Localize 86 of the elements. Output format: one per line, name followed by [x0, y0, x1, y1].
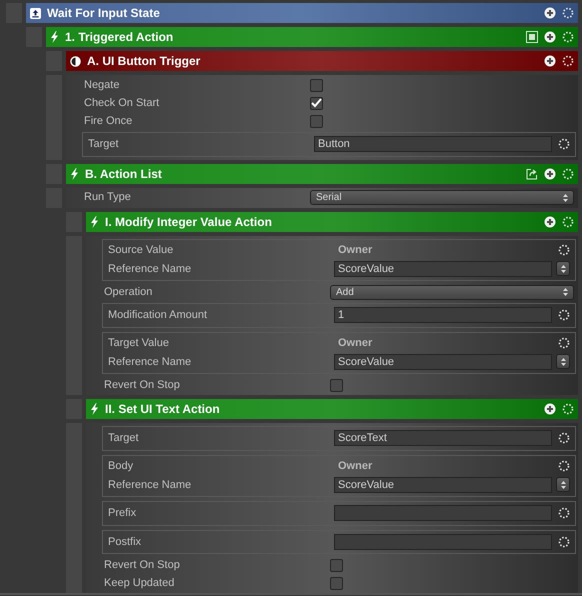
field-label: Modification Amount [108, 308, 208, 323]
section-title: B. Action List [85, 166, 163, 182]
settings-icon[interactable] [562, 403, 574, 415]
field-label: Operation [104, 284, 154, 300]
add-icon[interactable] [544, 55, 556, 67]
source-value: Owner [337, 336, 374, 351]
checkbox[interactable] [330, 558, 343, 572]
updown-arrows-icon [560, 358, 566, 366]
lightning-icon [90, 403, 99, 415]
text-field[interactable] [334, 534, 552, 550]
section-title: Wait For Input State [47, 5, 161, 22]
lightning-icon [70, 168, 79, 180]
settings-icon[interactable] [558, 507, 570, 520]
spinner-button[interactable] [556, 261, 570, 276]
field-label: Target [108, 431, 140, 446]
field-label: Body [108, 458, 134, 474]
settings-icon[interactable] [562, 55, 574, 67]
updown-arrows-icon [563, 194, 568, 202]
section-title: 1. Triggered Action [65, 29, 174, 46]
add-icon[interactable] [544, 31, 556, 43]
section-header[interactable]: 1. Triggered Action [46, 27, 578, 47]
add-icon[interactable] [544, 168, 556, 180]
updown-arrows-icon [560, 264, 566, 273]
upload-icon [30, 8, 41, 18]
settings-icon[interactable] [562, 216, 574, 228]
toggle-icon[interactable] [526, 31, 538, 43]
lightning-icon [90, 216, 99, 228]
text-field[interactable]: ScoreValue [334, 354, 552, 370]
export-icon[interactable] [526, 168, 538, 180]
checkbox[interactable] [310, 114, 323, 128]
source-value: Owner [337, 242, 374, 258]
dropdown[interactable]: Serial [310, 190, 574, 205]
lightning-icon [50, 31, 59, 43]
field-label: Revert On Stop [104, 378, 181, 393]
settings-icon[interactable] [558, 432, 570, 444]
settings-icon[interactable] [558, 460, 570, 472]
half-circle-icon [70, 56, 81, 66]
checkbox[interactable] [310, 78, 323, 92]
dropdown[interactable]: Add [330, 284, 574, 300]
checkbox[interactable] [330, 378, 343, 392]
field-label: Prefix [108, 506, 138, 521]
settings-icon[interactable] [558, 309, 570, 322]
add-icon[interactable] [544, 216, 556, 228]
section-title: A. UI Button Trigger [87, 53, 202, 70]
text-field[interactable]: ScoreValue [334, 260, 552, 277]
field-label: Fire Once [84, 114, 134, 129]
field-label: Reference Name [108, 354, 192, 370]
settings-icon[interactable] [558, 337, 570, 349]
add-icon[interactable] [544, 403, 556, 415]
field-label: Reference Name [108, 262, 192, 276]
field-label: Postfix [108, 534, 142, 550]
add-icon[interactable] [544, 7, 556, 19]
checkbox[interactable] [330, 576, 343, 590]
text-field[interactable]: 1 [334, 307, 552, 324]
field-label: Check On Start [84, 96, 160, 111]
section-title: II. Set UI Text Action [105, 401, 221, 418]
settings-icon[interactable] [558, 536, 570, 548]
text-field[interactable]: Button [314, 136, 552, 152]
section-header[interactable]: II. Set UI Text Action [86, 399, 578, 419]
field-label: Keep Updated [104, 576, 176, 591]
section-header[interactable]: B. Action List [66, 164, 578, 184]
text-field[interactable] [334, 505, 552, 522]
settings-icon[interactable] [562, 168, 574, 180]
field-label: Target Value [108, 336, 170, 351]
section-title: I. Modify Integer Value Action [105, 214, 273, 230]
section-header[interactable]: Wait For Input State [26, 3, 578, 23]
field-label: Run Type [84, 190, 132, 206]
field-label: Target [88, 137, 120, 152]
field-label: Revert On Stop [104, 558, 181, 573]
settings-icon[interactable] [562, 7, 574, 19]
field-label: Source Value [108, 242, 174, 258]
spinner-button[interactable] [556, 477, 570, 492]
section-header[interactable]: I. Modify Integer Value Action [86, 212, 578, 232]
source-value: Owner [337, 458, 374, 474]
settings-icon[interactable] [558, 138, 570, 150]
checkbox[interactable] [310, 96, 323, 110]
text-field[interactable]: ScoreValue [334, 476, 552, 493]
text-field[interactable]: ScoreText [334, 430, 552, 446]
section-header[interactable]: A. UI Button Trigger [66, 51, 578, 71]
updown-arrows-icon [563, 288, 568, 296]
updown-arrows-icon [560, 480, 566, 489]
spinner-button[interactable] [556, 354, 570, 370]
settings-icon[interactable] [562, 31, 574, 43]
field-label: Negate [84, 78, 120, 93]
field-label: Reference Name [108, 478, 192, 492]
settings-icon[interactable] [558, 244, 570, 256]
